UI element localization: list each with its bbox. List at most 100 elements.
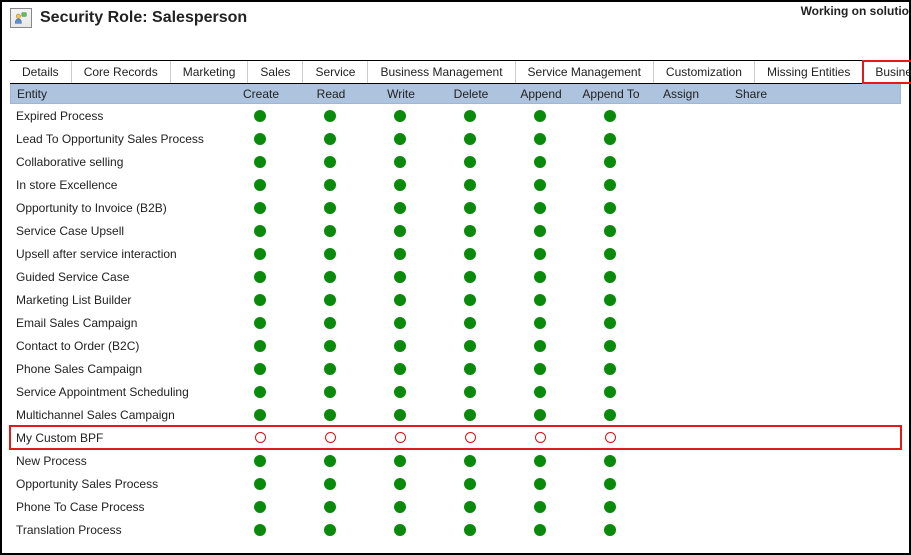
perm-create[interactable] [225, 386, 295, 398]
column-header-delete[interactable]: Delete [436, 87, 506, 101]
perm-append-to[interactable] [575, 363, 645, 375]
perm-write[interactable] [365, 386, 435, 398]
perm-read[interactable] [295, 202, 365, 214]
entity-name[interactable]: In store Excellence [10, 178, 225, 192]
perm-write[interactable] [365, 340, 435, 352]
perm-append-to[interactable] [575, 156, 645, 168]
perm-delete[interactable] [435, 340, 505, 352]
entity-name[interactable]: Upsell after service interaction [10, 247, 225, 261]
perm-append-to[interactable] [575, 133, 645, 145]
perm-read[interactable] [295, 225, 365, 237]
perm-append[interactable] [505, 455, 575, 467]
perm-read[interactable] [295, 133, 365, 145]
perm-create[interactable] [225, 271, 295, 283]
perm-write[interactable] [365, 524, 435, 536]
column-header-entity[interactable]: Entity [11, 87, 226, 101]
perm-delete[interactable] [435, 478, 505, 490]
perm-read[interactable] [295, 110, 365, 122]
perm-write[interactable] [365, 409, 435, 421]
perm-create[interactable] [225, 524, 295, 536]
perm-create[interactable] [225, 340, 295, 352]
perm-delete[interactable] [435, 202, 505, 214]
perm-read[interactable] [295, 294, 365, 306]
perm-create[interactable] [225, 478, 295, 490]
entity-name[interactable]: Collaborative selling [10, 155, 225, 169]
perm-delete[interactable] [435, 133, 505, 145]
perm-append[interactable] [505, 271, 575, 283]
perm-write[interactable] [365, 317, 435, 329]
column-header-append[interactable]: Append [506, 87, 576, 101]
perm-write[interactable] [365, 363, 435, 375]
perm-write[interactable] [365, 133, 435, 145]
perm-create[interactable] [225, 317, 295, 329]
perm-create[interactable] [225, 225, 295, 237]
perm-read[interactable] [295, 317, 365, 329]
perm-append-to[interactable] [575, 340, 645, 352]
entity-name[interactable]: Guided Service Case [10, 270, 225, 284]
entity-name[interactable]: Marketing List Builder [10, 293, 225, 307]
column-header-assign[interactable]: Assign [646, 87, 716, 101]
column-header-create[interactable]: Create [226, 87, 296, 101]
perm-append[interactable] [505, 294, 575, 306]
perm-delete[interactable] [435, 294, 505, 306]
perm-append-to[interactable] [575, 432, 645, 443]
perm-append-to[interactable] [575, 225, 645, 237]
perm-delete[interactable] [435, 271, 505, 283]
perm-append[interactable] [505, 478, 575, 490]
perm-read[interactable] [295, 248, 365, 260]
perm-append[interactable] [505, 432, 575, 443]
perm-create[interactable] [225, 179, 295, 191]
perm-delete[interactable] [435, 455, 505, 467]
perm-create[interactable] [225, 156, 295, 168]
perm-append[interactable] [505, 179, 575, 191]
perm-write[interactable] [365, 478, 435, 490]
perm-create[interactable] [225, 294, 295, 306]
perm-read[interactable] [295, 455, 365, 467]
perm-append-to[interactable] [575, 271, 645, 283]
column-header-append-to[interactable]: Append To [576, 87, 646, 101]
perm-write[interactable] [365, 202, 435, 214]
perm-delete[interactable] [435, 524, 505, 536]
perm-read[interactable] [295, 409, 365, 421]
tab-business-management[interactable]: Business Management [368, 61, 515, 83]
perm-create[interactable] [225, 455, 295, 467]
perm-append-to[interactable] [575, 501, 645, 513]
perm-write[interactable] [365, 432, 435, 443]
perm-append[interactable] [505, 225, 575, 237]
tab-business-process-flows[interactable]: Business Process Flows [863, 61, 911, 83]
entity-name[interactable]: Contact to Order (B2C) [10, 339, 225, 353]
tab-core-records[interactable]: Core Records [72, 61, 171, 83]
entity-name[interactable]: My Custom BPF [10, 431, 225, 445]
perm-delete[interactable] [435, 432, 505, 443]
perm-delete[interactable] [435, 248, 505, 260]
perm-delete[interactable] [435, 317, 505, 329]
entity-name[interactable]: Opportunity Sales Process [10, 477, 225, 491]
perm-write[interactable] [365, 179, 435, 191]
perm-write[interactable] [365, 110, 435, 122]
column-header-share[interactable]: Share [716, 87, 786, 101]
perm-write[interactable] [365, 248, 435, 260]
perm-create[interactable] [225, 432, 295, 443]
perm-read[interactable] [295, 432, 365, 443]
perm-append-to[interactable] [575, 110, 645, 122]
perm-append[interactable] [505, 202, 575, 214]
tab-service[interactable]: Service [303, 61, 368, 83]
perm-append[interactable] [505, 110, 575, 122]
perm-create[interactable] [225, 202, 295, 214]
perm-delete[interactable] [435, 110, 505, 122]
entity-name[interactable]: Expired Process [10, 109, 225, 123]
perm-write[interactable] [365, 225, 435, 237]
perm-read[interactable] [295, 501, 365, 513]
perm-append-to[interactable] [575, 248, 645, 260]
perm-write[interactable] [365, 501, 435, 513]
perm-append[interactable] [505, 524, 575, 536]
perm-write[interactable] [365, 294, 435, 306]
perm-append[interactable] [505, 317, 575, 329]
perm-create[interactable] [225, 133, 295, 145]
perm-delete[interactable] [435, 363, 505, 375]
perm-read[interactable] [295, 524, 365, 536]
entity-name[interactable]: Lead To Opportunity Sales Process [10, 132, 225, 146]
perm-append[interactable] [505, 501, 575, 513]
perm-delete[interactable] [435, 179, 505, 191]
perm-delete[interactable] [435, 501, 505, 513]
